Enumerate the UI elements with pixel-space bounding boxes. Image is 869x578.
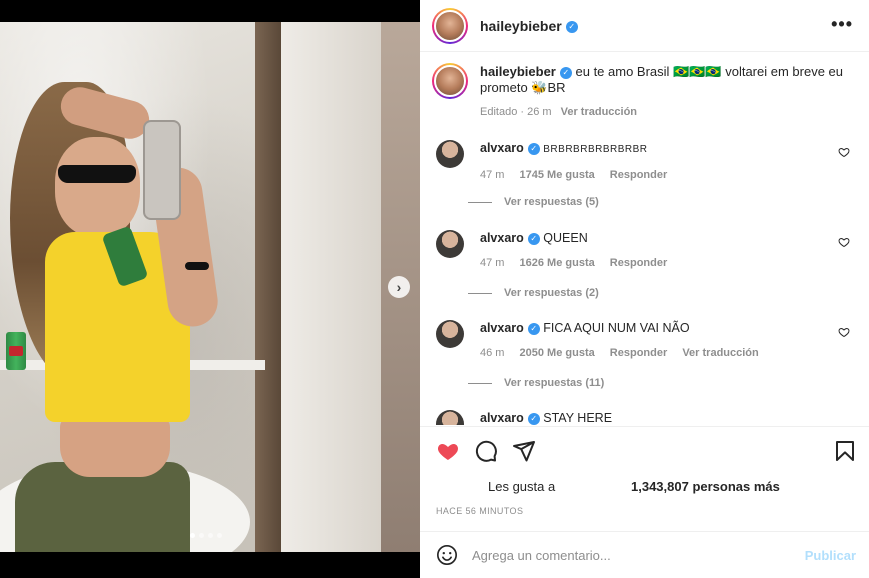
- share-icon[interactable]: [512, 439, 536, 463]
- verified-icon: ✓: [565, 20, 578, 33]
- divider: [468, 201, 492, 203]
- add-comment-bar: Publicar: [420, 531, 869, 578]
- comment-time: 46 m: [480, 347, 505, 359]
- comment-meta: 46 m 2050 Me gusta Responder Ver traducc…: [480, 347, 856, 359]
- post-header: haileybieber ✓ •••: [420, 0, 869, 52]
- view-replies-button[interactable]: Ver respuestas (11): [468, 377, 604, 389]
- avatar[interactable]: [436, 230, 464, 258]
- comment-text: alvxaro ✓ BRBRBRBRBRBRBR: [480, 140, 856, 158]
- likes-count-link[interactable]: 1,343,807 personas más: [631, 479, 780, 494]
- bookmark-icon[interactable]: [833, 439, 857, 463]
- heart-icon[interactable]: [838, 236, 850, 248]
- midriff: [60, 417, 170, 477]
- face: [55, 137, 140, 237]
- comment-meta: 47 m 1626 Me gusta Responder: [480, 257, 856, 269]
- sunglasses: [58, 165, 136, 183]
- emoji-icon[interactable]: [436, 544, 458, 566]
- heart-icon[interactable]: [436, 439, 460, 463]
- divider: [468, 292, 492, 294]
- caption-text: haileybieber ✓ eu te amo Brasil 🇧🇷🇧🇷🇧🇷 vo…: [480, 63, 852, 96]
- verified-icon: ✓: [527, 412, 540, 425]
- comment-content: BRBRBRBRBRBRBR: [543, 144, 648, 155]
- comment-username[interactable]: alvxaro: [480, 411, 524, 425]
- comment-text: alvxaro ✓ STAY HERE: [480, 410, 856, 425]
- divider: [468, 382, 492, 384]
- comment-icon[interactable]: [474, 439, 498, 463]
- caption-avatar[interactable]: [432, 63, 468, 99]
- post-media: ›: [0, 0, 420, 578]
- action-icons: [436, 439, 536, 463]
- comment-time: 47 m: [480, 169, 505, 181]
- phone: [143, 120, 181, 220]
- comment-username[interactable]: alvxaro: [480, 141, 524, 155]
- comment-content: QUEEN: [543, 231, 588, 245]
- carousel-dots: [190, 533, 222, 538]
- caption-username[interactable]: haileybieber: [480, 64, 556, 79]
- edited-time: Editado · 26 m: [480, 106, 552, 118]
- avatar[interactable]: [436, 320, 464, 348]
- view-replies-button[interactable]: Ver respuestas (5): [468, 196, 599, 208]
- comment-username[interactable]: alvxaro: [480, 231, 524, 245]
- comment-meta: 47 m 1745 Me gusta Responder: [480, 169, 856, 181]
- verified-icon: ✓: [527, 322, 540, 335]
- comment-content: STAY HERE: [543, 411, 613, 425]
- heart-icon[interactable]: [838, 146, 850, 158]
- comment-likes[interactable]: 1626 Me gusta: [520, 257, 595, 269]
- caption-meta: Editado · 26 m Ver traducción: [480, 106, 852, 118]
- carousel-dot: [208, 533, 213, 538]
- post-timestamp: HACE 56 MINUTOS: [436, 506, 524, 516]
- post-photo[interactable]: [0, 22, 420, 552]
- publish-button[interactable]: Publicar: [805, 548, 856, 563]
- avatar[interactable]: [432, 7, 468, 44]
- verified-icon: ✓: [527, 232, 540, 245]
- avatar[interactable]: [436, 140, 464, 168]
- wall: [281, 22, 381, 552]
- see-translation-link[interactable]: Ver traducción: [561, 106, 637, 118]
- reply-button[interactable]: Responder: [610, 257, 667, 269]
- comment-likes[interactable]: 2050 Me gusta: [520, 347, 595, 359]
- comment: alvxaro ✓ STAY HERE: [436, 410, 856, 425]
- verified-icon: ✓: [559, 66, 572, 79]
- comment-content: FICA AQUI NUM VAI NÃO: [543, 321, 690, 335]
- view-replies-label: Ver respuestas (11): [504, 377, 605, 389]
- carousel-dot: [190, 533, 195, 538]
- mirror-frame: [255, 22, 281, 552]
- carousel-dot: [199, 533, 204, 538]
- comment-username[interactable]: alvxaro: [480, 321, 524, 335]
- verified-icon: ✓: [527, 142, 540, 155]
- reply-button[interactable]: Responder: [610, 169, 667, 181]
- comment: alvxaro ✓ QUEEN 47 m 1626 Me gusta Respon…: [436, 230, 856, 269]
- soda-can: [6, 332, 26, 370]
- avatar[interactable]: [436, 410, 464, 425]
- view-replies-button[interactable]: Ver respuestas (2): [468, 287, 599, 299]
- post-actions: Les gusta a 1,343,807 personas más HACE …: [420, 426, 869, 530]
- carousel-next-button[interactable]: ›: [388, 276, 410, 298]
- comment: alvxaro ✓ BRBRBRBRBRBRBR 47 m 1745 Me gus…: [436, 140, 856, 181]
- more-icon[interactable]: •••: [831, 14, 853, 35]
- heart-icon[interactable]: [838, 326, 850, 338]
- comment-likes[interactable]: 1745 Me gusta: [520, 169, 595, 181]
- comment: alvxaro ✓ FICA AQUI NUM VAI NÃO 46 m 2050…: [436, 320, 856, 359]
- post-panel: haileybieber ✓ ••• haileybieber ✓ eu te am…: [420, 0, 869, 578]
- username-link[interactable]: haileybieber: [480, 18, 562, 34]
- view-replies-label: Ver respuestas (2): [504, 287, 599, 299]
- header-username[interactable]: haileybieber ✓: [480, 18, 578, 34]
- carousel-dot: [217, 533, 222, 538]
- comment-input[interactable]: [472, 547, 792, 563]
- see-translation-link[interactable]: Ver traducción: [682, 347, 758, 359]
- chevron-right-icon: ›: [396, 279, 402, 295]
- liked-by-label: Les gusta a: [488, 479, 556, 494]
- comment-text: alvxaro ✓ QUEEN: [480, 230, 856, 246]
- comment-text: alvxaro ✓ FICA AQUI NUM VAI NÃO: [480, 320, 856, 336]
- caption: haileybieber ✓ eu te amo Brasil 🇧🇷🇧🇷🇧🇷 vo…: [432, 63, 852, 118]
- view-replies-label: Ver respuestas (5): [504, 196, 599, 208]
- reply-button[interactable]: Responder: [610, 347, 667, 359]
- bracelet: [185, 262, 209, 270]
- comment-time: 47 m: [480, 257, 505, 269]
- comments-section[interactable]: haileybieber ✓ eu te amo Brasil 🇧🇷🇧🇷🇧🇷 vo…: [420, 53, 869, 425]
